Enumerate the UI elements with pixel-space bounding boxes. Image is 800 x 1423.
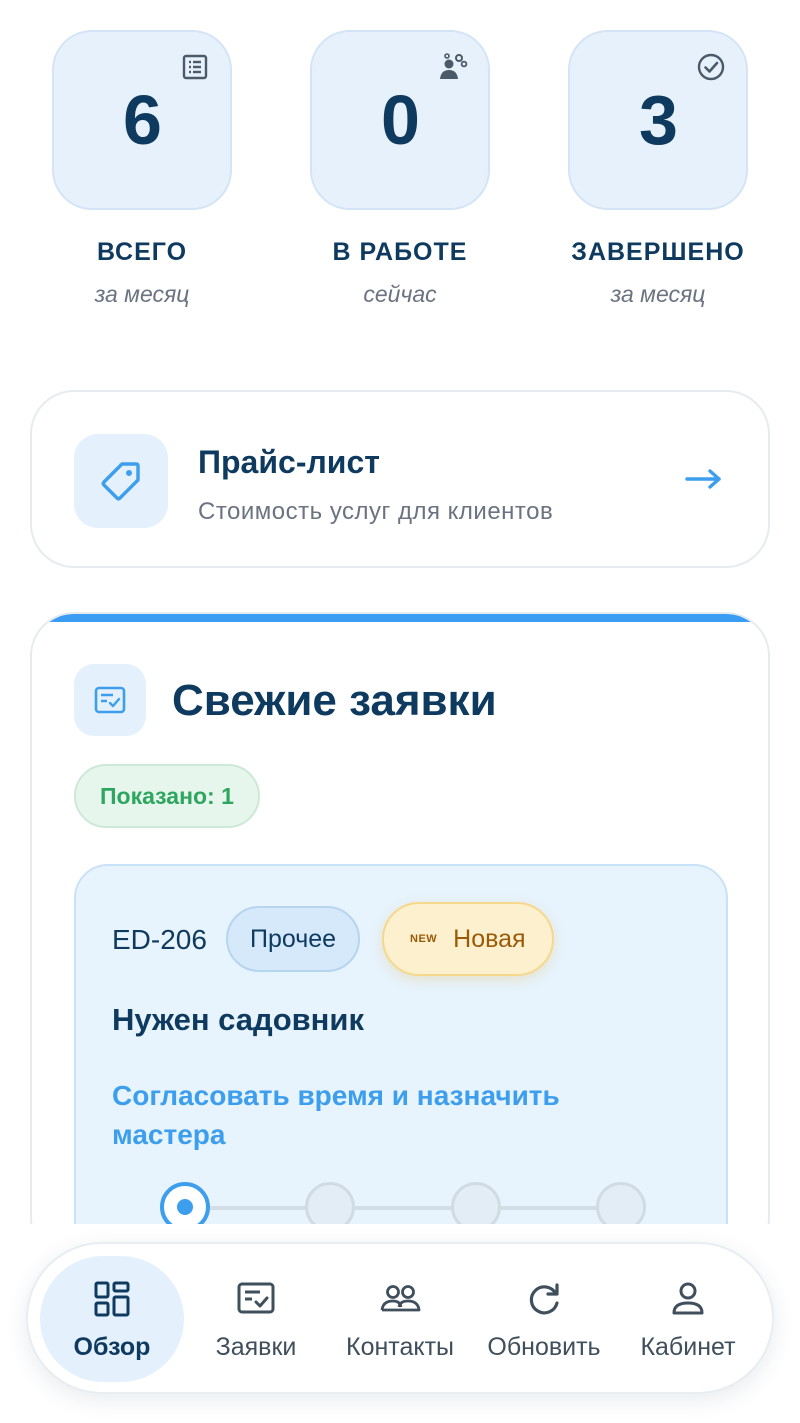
- nav-refresh[interactable]: Обновить: [472, 1256, 616, 1382]
- arrow-right-icon: [685, 469, 721, 489]
- nav-overview[interactable]: Обзор: [40, 1256, 184, 1382]
- section-title: Свежие заявки: [172, 676, 497, 725]
- nav-label: Заявки: [215, 1332, 297, 1361]
- stat-total[interactable]: 6 ВСЕГО за месяц: [52, 30, 232, 308]
- nav-orders[interactable]: Заявки: [184, 1256, 328, 1382]
- stat-period: за месяц: [610, 281, 706, 307]
- nav-contacts[interactable]: Контакты: [328, 1256, 472, 1382]
- stat-period: за месяц: [94, 281, 190, 307]
- stat-value: 3: [639, 81, 678, 159]
- stat-label: ЗАВЕРШЕНО: [571, 238, 745, 266]
- accent-bar: [32, 614, 768, 622]
- refresh-icon: [529, 1282, 559, 1314]
- user-icon: [672, 1282, 704, 1314]
- stat-tile: 3: [568, 30, 748, 210]
- order-next-action[interactable]: Согласовать время и назначить мастера: [112, 1076, 652, 1154]
- nav-label: Обзор: [73, 1332, 151, 1361]
- shown-count-badge: Показано: 1: [74, 764, 260, 828]
- tag-icon: [101, 462, 140, 501]
- category-badge: Прочее: [226, 906, 361, 972]
- worker-gears-icon: [440, 53, 468, 79]
- list-icon: [182, 54, 208, 80]
- order-id: ED-206: [112, 924, 207, 955]
- stat-in-progress[interactable]: 0 В РАБОТЕ сейчас: [310, 30, 490, 308]
- checklist-icon: [94, 686, 126, 714]
- stat-period: сейчас: [363, 281, 437, 307]
- price-icon-box: [74, 434, 168, 528]
- contacts-icon: [380, 1284, 421, 1311]
- price-list-title: Прайс-лист: [198, 444, 380, 480]
- order-card[interactable]: ED-206 Прочее NEW Новая Нужен садовник С…: [74, 864, 728, 1260]
- nav-label: Кабинет: [640, 1332, 736, 1361]
- requests-icon-box: [74, 664, 146, 736]
- bottom-nav: Обзор Заявки Контакты Обновить Кабинет: [26, 1242, 774, 1394]
- stats-section: 6 ВСЕГО за месяц 0 В РАБОТЕ сейчас 3 ЗАВ…: [52, 30, 748, 310]
- stat-value: 6: [123, 81, 162, 159]
- stepper-line: [184, 1206, 622, 1210]
- stat-tile: 6: [52, 30, 232, 210]
- nav-account[interactable]: Кабинет: [616, 1256, 760, 1382]
- price-list-card[interactable]: Прайс-лист Стоимость услуг для клиентов: [30, 390, 770, 568]
- stat-value: 0: [381, 81, 420, 159]
- stat-tile: 0: [310, 30, 490, 210]
- status-label: Новая: [453, 924, 526, 953]
- fresh-requests-card: Свежие заявки Показано: 1 ED-206 Прочее …: [30, 612, 770, 1262]
- bottom-nav-area: Обзор Заявки Контакты Обновить Кабинет: [0, 1224, 800, 1423]
- order-title: Нужен садовник: [112, 1002, 364, 1037]
- orders-icon: [237, 1282, 275, 1313]
- stat-label: ВСЕГО: [96, 238, 188, 266]
- new-icon: NEW: [410, 933, 438, 945]
- dashboard-icon: [94, 1281, 130, 1316]
- stat-label: В РАБОТЕ: [332, 238, 468, 266]
- price-list-subtitle: Стоимость услуг для клиентов: [198, 498, 554, 525]
- stat-completed[interactable]: 3 ЗАВЕРШЕНО за месяц: [568, 30, 748, 308]
- nav-label: Обновить: [487, 1332, 601, 1361]
- status-badge: NEW Новая: [382, 902, 554, 976]
- nav-label: Контакты: [346, 1332, 454, 1361]
- check-circle-icon: [697, 53, 725, 81]
